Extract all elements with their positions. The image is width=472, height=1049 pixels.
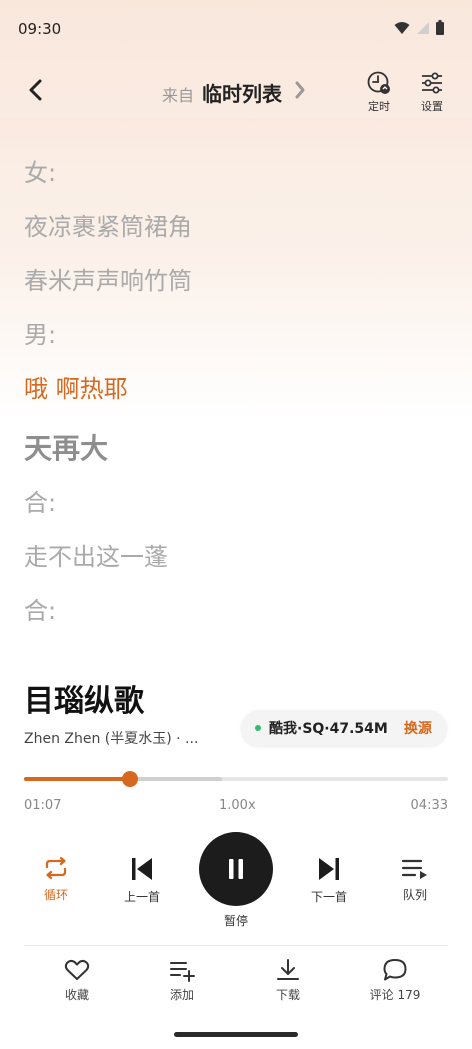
home-indicator xyxy=(174,1032,298,1037)
status-dot xyxy=(255,725,261,731)
signal-icon xyxy=(417,21,429,34)
status-icons xyxy=(394,20,444,35)
next-label: 下一首 xyxy=(310,890,347,904)
previous-label: 上一首 xyxy=(123,890,160,904)
sliders-icon xyxy=(422,72,442,94)
total-time: 04:33 xyxy=(410,798,448,813)
bottom-actions: 收藏 添加 下载 评论 179 xyxy=(0,958,472,1018)
download-icon xyxy=(277,959,299,980)
timer-icon xyxy=(367,71,390,94)
favorite-button[interactable]: 收藏 xyxy=(37,958,117,1003)
queue-icon xyxy=(401,859,427,879)
comment-icon xyxy=(383,959,407,981)
status-time: 09:30 xyxy=(18,20,62,38)
player-header: 来自 临时列表 定时 设置 xyxy=(0,60,472,120)
loop-label: 循环 xyxy=(43,888,68,902)
battery-icon xyxy=(436,20,444,35)
queue-label: 队列 xyxy=(402,888,427,902)
quality-pill[interactable]: 酷我·SQ·47.54M 换源 xyxy=(241,710,447,746)
settings-label: 设置 xyxy=(421,100,443,113)
lyric-fade-bottom xyxy=(0,640,472,676)
playback-controls: 循环 上一首 暂停 下一首 队列 xyxy=(0,830,472,930)
download-button[interactable]: 下载 xyxy=(248,958,328,1003)
source-name[interactable]: 临时列表 xyxy=(202,78,282,107)
lyric-line[interactable]: 天再大 xyxy=(24,420,454,480)
playlist-add-icon xyxy=(170,962,195,982)
pause-label: 暂停 xyxy=(223,914,248,928)
lyric-line[interactable]: 哦 啊热耶 xyxy=(24,366,454,420)
add-label: 添加 xyxy=(169,988,194,1002)
lyric-line[interactable]: 春米声声响竹筒 xyxy=(24,258,454,312)
progress-thumb[interactable] xyxy=(122,771,138,787)
switch-source-button[interactable]: 换源 xyxy=(404,718,432,738)
lyric-line[interactable]: 合: xyxy=(24,480,454,534)
chevron-left-icon xyxy=(29,79,42,101)
settings-button[interactable]: 设置 xyxy=(410,70,454,114)
lyric-line[interactable]: 女: xyxy=(24,150,454,204)
lyric-line[interactable]: 男: xyxy=(24,312,454,366)
queue-button[interactable]: 队列 xyxy=(380,856,450,903)
comment-button[interactable]: 评论 179 xyxy=(355,958,435,1003)
heart-icon xyxy=(64,959,90,980)
timer-label: 定时 xyxy=(368,100,390,113)
pause-button[interactable] xyxy=(199,832,273,906)
playlist-source[interactable]: 来自 临时列表 xyxy=(162,78,282,107)
status-bar: 09:30 xyxy=(0,0,472,58)
lyric-fade-top xyxy=(0,118,472,148)
timer-button[interactable]: 定时 xyxy=(357,70,401,114)
previous-button[interactable]: 上一首 xyxy=(107,856,177,905)
lyric-line[interactable]: 走不出这一蓬 xyxy=(24,534,454,588)
progress-played xyxy=(24,777,130,781)
loop-button[interactable]: 循环 xyxy=(21,856,91,903)
next-button[interactable]: 下一首 xyxy=(294,856,364,905)
repeat-icon xyxy=(45,856,67,880)
current-time: 01:07 xyxy=(24,798,62,813)
lyric-line[interactable]: 合: xyxy=(24,588,454,642)
pause-icon xyxy=(229,859,243,879)
divider xyxy=(24,945,448,946)
skip-previous-icon xyxy=(132,858,152,880)
playback-speed[interactable]: 1.00x xyxy=(219,798,256,813)
download-label: 下载 xyxy=(275,988,300,1002)
song-artist[interactable]: Zhen Zhen (半夏水玉) · ... xyxy=(24,728,224,748)
skip-next-icon xyxy=(319,858,339,880)
progress-bar[interactable] xyxy=(24,771,448,787)
add-to-playlist-button[interactable]: 添加 xyxy=(142,958,222,1003)
wifi-icon xyxy=(394,21,410,34)
back-button[interactable] xyxy=(20,74,52,106)
favorite-label: 收藏 xyxy=(64,988,89,1002)
comment-label: 评论 179 xyxy=(369,988,421,1002)
lyrics-panel[interactable]: 女: 夜凉裹紧筒裙角 春米声声响竹筒 男: 哦 啊热耶 天再大 合: 走不出这一蓬 合: xyxy=(24,150,454,642)
quality-text: 酷我·SQ·47.54M xyxy=(269,721,388,737)
source-prefix: 来自 xyxy=(162,86,195,105)
song-title: 目瑙纵歌 xyxy=(24,684,144,719)
time-row: 01:07 1.00x 04:33 xyxy=(24,798,448,816)
lyric-line[interactable]: 夜凉裹紧筒裙角 xyxy=(24,204,454,258)
chevron-right-icon[interactable] xyxy=(294,80,306,100)
